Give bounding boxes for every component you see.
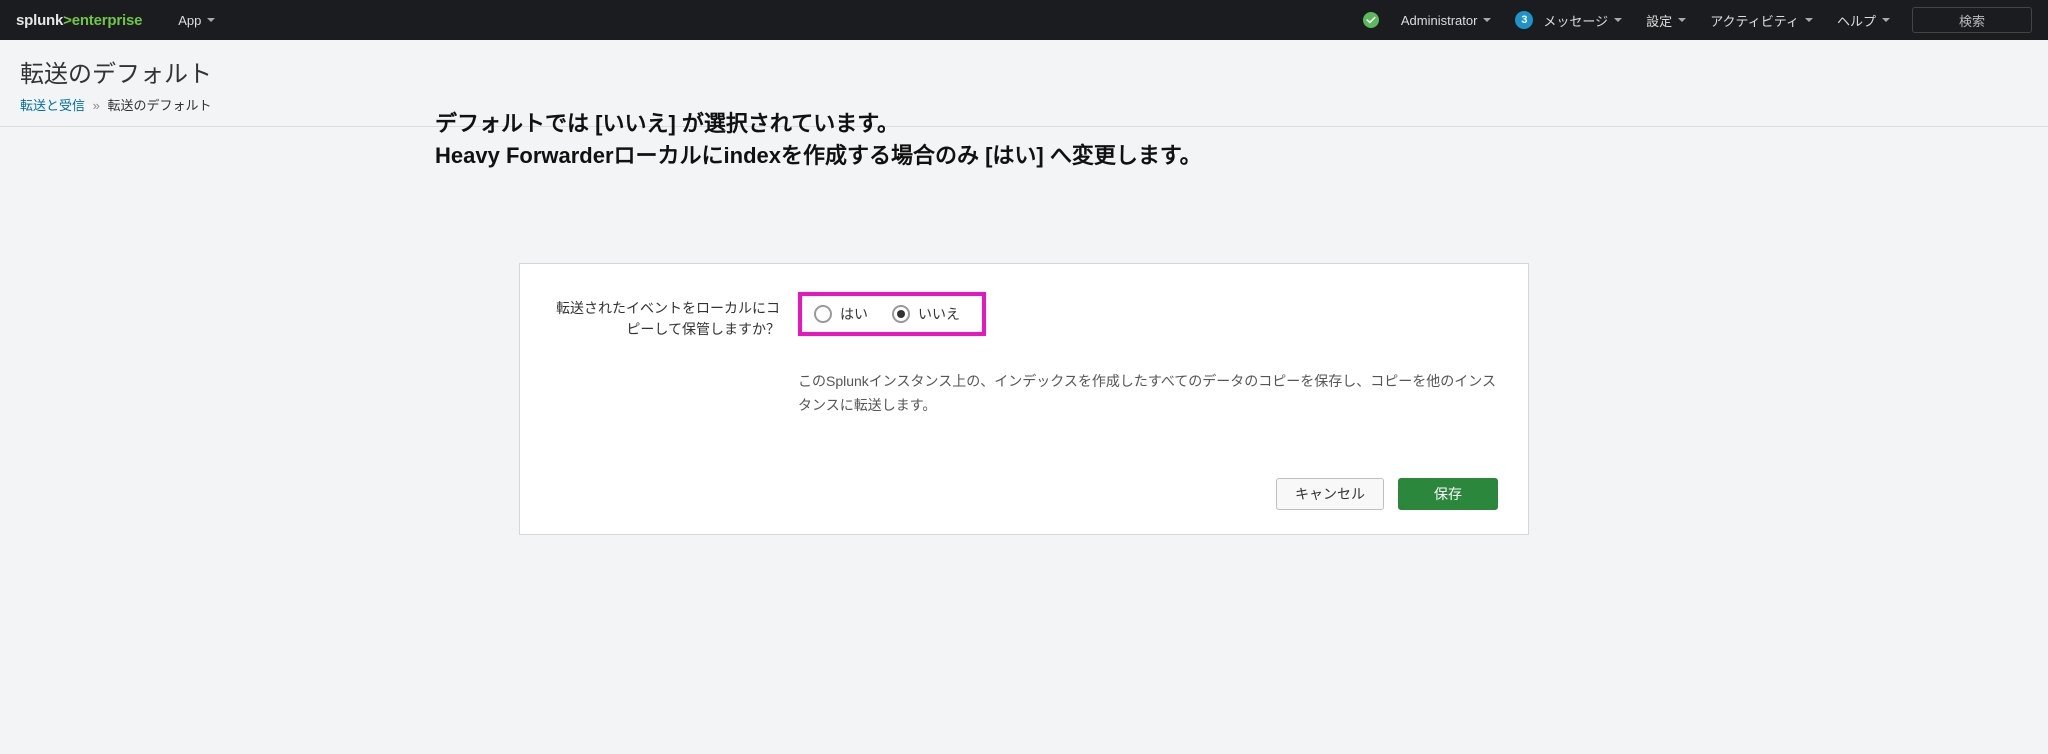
health-status[interactable]: [1351, 0, 1389, 40]
brand-logo: splunk>enterprise: [16, 12, 142, 29]
form-label-store-local-copy: 転送されたイベントをローカルにコピーして保管しますか？: [550, 292, 780, 340]
chevron-down-icon: [1882, 18, 1890, 22]
cancel-button[interactable]: キャンセル: [1276, 478, 1384, 510]
radio-group-highlight: はい いいえ: [798, 292, 986, 336]
administrator-menu[interactable]: Administrator: [1389, 0, 1504, 40]
breadcrumb-current: 転送のデフォルト: [108, 98, 212, 113]
radio-icon-unselected: [814, 305, 832, 323]
messages-label: メッセージ: [1543, 11, 1608, 30]
breadcrumb-sep: »: [93, 98, 100, 113]
brand-caret: >: [63, 12, 72, 29]
app-menu-label: App: [178, 13, 201, 28]
annotation-overlay: デフォルトでは [いいえ] が選択されています。 Heavy Forwarder…: [435, 108, 1202, 172]
health-ok-icon: [1363, 12, 1379, 28]
help-label: ヘルプ: [1837, 11, 1876, 30]
radio-no-label: いいえ: [918, 304, 960, 324]
find-input[interactable]: 検索: [1912, 7, 2032, 33]
help-text: このSplunkインスタンス上の、インデックスを作成したすべてのデータのコピーを…: [798, 370, 1498, 418]
chevron-down-icon: [1483, 18, 1491, 22]
chevron-down-icon: [1614, 18, 1622, 22]
breadcrumb-link-forwarding-receiving[interactable]: 転送と受信: [20, 98, 85, 113]
help-menu[interactable]: ヘルプ: [1825, 0, 1902, 40]
app-menu[interactable]: App: [166, 0, 227, 40]
brand-suffix: enterprise: [72, 12, 143, 29]
radio-icon-selected: [892, 305, 910, 323]
activity-label: アクティビティ: [1710, 11, 1799, 30]
annotation-line-2: Heavy Forwarderローカルにindexを作成する場合のみ [はい] …: [435, 140, 1202, 172]
radio-no[interactable]: いいえ: [892, 304, 960, 324]
chevron-down-icon: [1805, 18, 1813, 22]
settings-label: 設定: [1646, 11, 1672, 30]
save-button[interactable]: 保存: [1398, 478, 1498, 510]
chevron-down-icon: [207, 18, 215, 22]
annotation-line-1: デフォルトでは [いいえ] が選択されています。: [435, 108, 1202, 140]
radio-yes-label: はい: [840, 304, 868, 324]
settings-panel: 転送されたイベントをローカルにコピーして保管しますか？ はい いいえ このSpl…: [519, 263, 1529, 535]
activity-menu[interactable]: アクティビティ: [1698, 0, 1825, 40]
chevron-down-icon: [1678, 18, 1686, 22]
messages-menu[interactable]: 3 メッセージ: [1503, 0, 1634, 40]
find-label: 検索: [1959, 11, 1985, 30]
messages-badge: 3: [1515, 11, 1533, 29]
radio-yes[interactable]: はい: [814, 304, 868, 324]
administrator-label: Administrator: [1401, 13, 1478, 28]
page-title: 転送のデフォルト: [20, 54, 2028, 89]
top-navbar: splunk>enterprise App Administrator 3 メッ…: [0, 0, 2048, 40]
settings-menu[interactable]: 設定: [1634, 0, 1698, 40]
brand-prefix: splunk: [16, 12, 63, 29]
